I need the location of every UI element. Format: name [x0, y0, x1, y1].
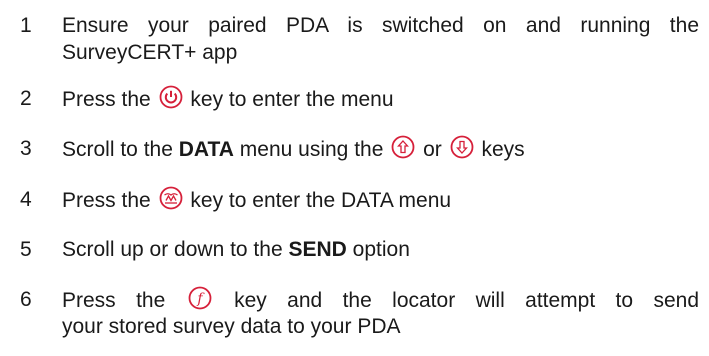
step-text-line-2: SurveyCERT+ app: [62, 41, 238, 64]
step-text: Press the key to enter the menu: [62, 85, 699, 113]
step-text-post: key and the locator will attempt to send: [234, 289, 700, 312]
menu-name-data: DATA: [178, 138, 234, 161]
power-key-icon: [159, 85, 183, 109]
step-text: Scroll to the DATA menu using the or key…: [62, 135, 699, 163]
step-text: Scroll up or down to the SEND option: [62, 236, 699, 263]
step-text-post: keys: [481, 138, 525, 161]
step-text-post: key to enter the DATA menu: [190, 189, 452, 212]
step-text-pre: Press the: [62, 189, 151, 212]
step-text-or: or: [423, 138, 442, 161]
step-text-post: option: [352, 238, 410, 261]
step-text: Press the key to enter the DATA menu: [62, 186, 699, 214]
step-text-pre: Press the: [62, 88, 151, 111]
step-text-line-1: Ensure your paired PDA is switched on an…: [62, 14, 699, 37]
step-number: 5: [20, 238, 32, 261]
step-text-pre: Scroll to the: [62, 138, 173, 161]
step-number: 2: [20, 87, 32, 110]
step-text-pre: Press the: [62, 289, 166, 312]
option-name-send: SEND: [288, 238, 347, 261]
step-text-post: key to enter the menu: [190, 88, 394, 111]
step-number: 3: [20, 137, 32, 160]
down-arrow-key-icon: [450, 135, 474, 159]
step-number: 4: [20, 188, 32, 211]
step-text-line-1: Press the f key and the locator will att…: [62, 286, 699, 314]
up-arrow-key-icon: [391, 135, 415, 159]
function-key-icon: f: [188, 286, 212, 310]
step-text-mid: menu using the: [239, 138, 384, 161]
step-number: 1: [20, 14, 32, 37]
step-text-line-2: your stored survey data to your PDA: [62, 315, 401, 338]
locate-key-icon: [159, 186, 183, 210]
step-text-pre: Scroll up or down to the: [62, 238, 283, 261]
step-number: 6: [20, 288, 32, 311]
svg-text:f: f: [196, 291, 205, 307]
